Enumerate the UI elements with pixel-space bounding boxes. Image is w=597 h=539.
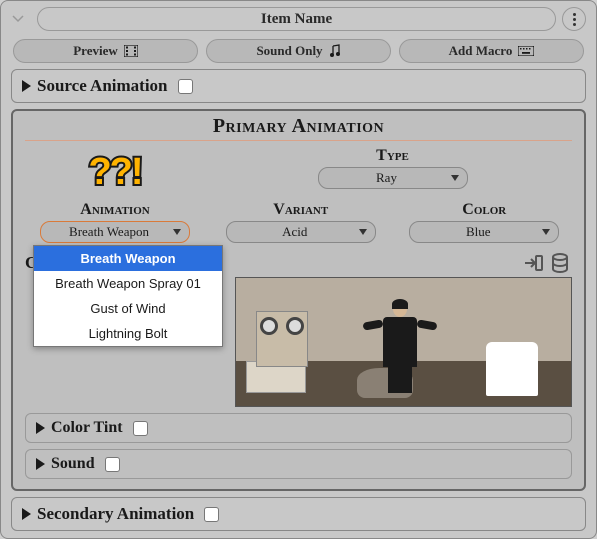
animation-select[interactable]: Breath Weapon <box>40 221 190 243</box>
menu-button[interactable] <box>562 7 586 31</box>
expand-icon[interactable] <box>11 12 31 27</box>
primary-animation-title: Primary Animation <box>25 115 572 138</box>
animation-column: Animation Breath Weapon Breath Weapon Br… <box>25 201 205 243</box>
import-icon[interactable] <box>522 253 544 273</box>
secondary-animation-title: Secondary Animation <box>37 504 194 524</box>
color-tint-label: Color Tint <box>51 419 123 437</box>
preview-label: Preview <box>73 43 118 59</box>
dropdown-option[interactable]: Breath Weapon <box>34 246 222 271</box>
dropdown-option[interactable]: Breath Weapon Spray 01 <box>34 271 222 296</box>
type-select[interactable]: Ray <box>318 167 468 189</box>
animation-label: Animation <box>25 201 205 219</box>
animation-value: Breath Weapon <box>69 224 149 240</box>
source-animation-checkbox[interactable] <box>178 79 193 94</box>
sound-checkbox[interactable] <box>105 457 120 472</box>
preview-button[interactable]: Preview <box>13 39 198 63</box>
secondary-animation-checkbox[interactable] <box>204 507 219 522</box>
film-icon <box>124 45 138 57</box>
variant-value: Acid <box>282 224 307 240</box>
missing-preview-placeholder: ??! <box>50 147 180 197</box>
type-label: Type <box>213 147 572 165</box>
add-macro-label: Add Macro <box>449 43 513 59</box>
item-name-field[interactable]: Item Name <box>37 7 556 31</box>
expand-toggle-icon[interactable] <box>22 80 31 92</box>
keyboard-icon <box>518 46 534 56</box>
chevron-down-icon <box>359 229 367 235</box>
animation-dropdown-menu: Breath Weapon Breath Weapon Spray 01 Gus… <box>33 245 223 347</box>
expand-toggle-icon[interactable] <box>36 458 45 470</box>
secondary-animation-section: Secondary Animation <box>11 497 586 531</box>
color-label: Color <box>397 201 573 219</box>
variant-label: Variant <box>213 201 389 219</box>
animation-preview-thumbnail <box>235 277 572 407</box>
source-animation-title: Source Animation <box>37 76 168 96</box>
titlebar: Item Name <box>7 5 590 33</box>
dropdown-option[interactable]: Gust of Wind <box>34 296 222 321</box>
content-area: Source Animation Primary Animation ??! T… <box>7 69 590 532</box>
color-tint-checkbox[interactable] <box>133 421 148 436</box>
chevron-down-icon <box>173 229 181 235</box>
item-animation-window: Item Name Preview Sound Only Add Macro <box>0 0 597 539</box>
chevron-down-icon <box>542 229 550 235</box>
action-button-row: Preview Sound Only Add Macro <box>7 37 590 69</box>
sound-section: Sound <box>25 449 572 479</box>
music-note-icon <box>329 44 341 58</box>
divider <box>25 140 572 141</box>
expand-toggle-icon[interactable] <box>22 508 31 520</box>
vertical-dots-icon <box>573 13 576 26</box>
type-value: Ray <box>376 170 397 186</box>
question-marks-icon: ??! <box>88 151 141 194</box>
variant-select[interactable]: Acid <box>226 221 376 243</box>
item-name-text: Item Name <box>261 11 332 28</box>
chevron-down-icon <box>451 175 459 181</box>
color-tint-section: Color Tint <box>25 413 572 443</box>
dropdown-option[interactable]: Lightning Bolt <box>34 321 222 346</box>
add-macro-button[interactable]: Add Macro <box>399 39 584 63</box>
color-select[interactable]: Blue <box>409 221 559 243</box>
preview-right-column <box>235 253 572 407</box>
sound-label: Sound <box>51 455 95 473</box>
expand-toggle-icon[interactable] <box>36 422 45 434</box>
primary-animation-section: Primary Animation ??! Type Ray Animation <box>11 109 586 491</box>
source-animation-section: Source Animation <box>11 69 586 103</box>
sound-only-button[interactable]: Sound Only <box>206 39 391 63</box>
color-value: Blue <box>466 224 491 240</box>
sound-only-label: Sound Only <box>256 43 322 59</box>
database-icon[interactable] <box>550 253 572 273</box>
